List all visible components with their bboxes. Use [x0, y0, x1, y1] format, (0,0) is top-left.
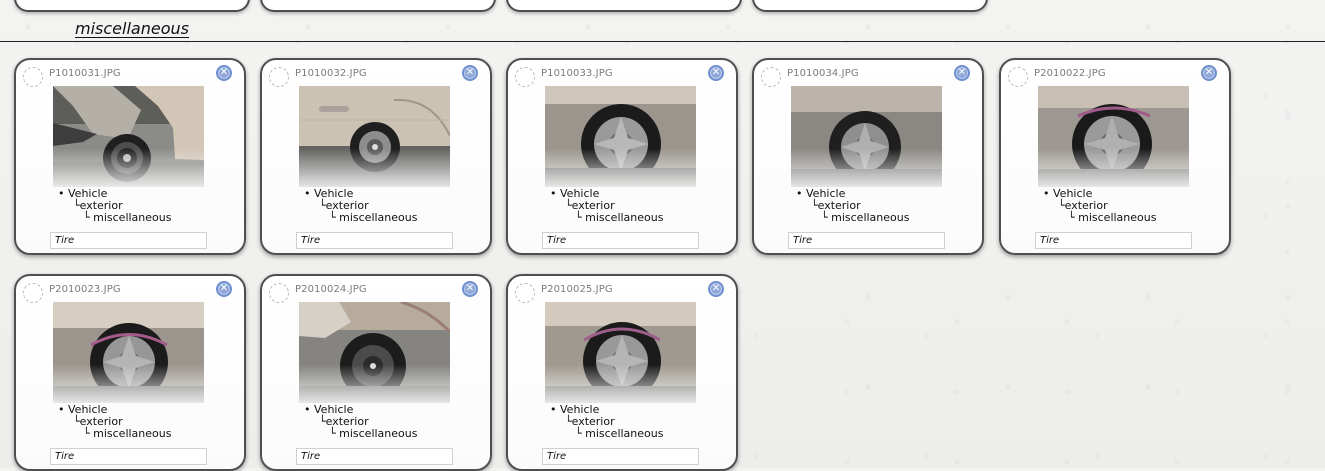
select-circle-icon[interactable]	[23, 283, 43, 303]
tag-input[interactable]: Tire	[296, 448, 453, 465]
category-tree: • Vehicle └exterior └ miscellaneous	[304, 404, 417, 440]
section-header: miscellaneous	[0, 18, 1325, 44]
photo-thumbnail[interactable]	[545, 302, 696, 403]
photo-thumbnail[interactable]	[53, 302, 204, 403]
category-tree: • Vehicle └exterior └ miscellaneous	[304, 188, 417, 224]
card-filename: P2010024.JPG	[295, 284, 367, 295]
previous-card-edge	[14, 0, 250, 12]
tree-item-miscellaneous: └ miscellaneous	[83, 211, 172, 224]
tag-input[interactable]: Tire	[296, 232, 453, 249]
tree-item-miscellaneous: └ miscellaneous	[83, 427, 172, 440]
select-circle-icon[interactable]	[269, 67, 289, 87]
photo-card[interactable]: P1010031.JPG ✕ • Vehicle └exterior └ mis…	[14, 58, 246, 255]
photo-card[interactable]: P2010023.JPG ✕ • Vehicle └exterior └ mis…	[14, 274, 246, 471]
tree-item-miscellaneous: └ miscellaneous	[329, 211, 418, 224]
tag-input[interactable]: Tire	[50, 232, 207, 249]
card-filename: P2010023.JPG	[49, 284, 121, 295]
previous-card-edge	[260, 0, 496, 12]
tag-input[interactable]: Tire	[1035, 232, 1192, 249]
photo-thumbnail[interactable]	[545, 86, 696, 187]
tree-label: miscellaneous	[339, 211, 418, 224]
card-filename: P1010031.JPG	[49, 68, 121, 79]
close-circle-icon[interactable]: ✕	[708, 281, 724, 297]
category-tree: • Vehicle └exterior └ miscellaneous	[58, 404, 171, 440]
tag-input[interactable]: Tire	[542, 448, 699, 465]
category-tree: • Vehicle └exterior └ miscellaneous	[58, 188, 171, 224]
card-filename: P1010034.JPG	[787, 68, 859, 79]
photo-thumbnail[interactable]	[299, 302, 450, 403]
category-tree: • Vehicle └exterior └ miscellaneous	[550, 188, 663, 224]
tree-label: miscellaneous	[585, 211, 664, 224]
photo-card[interactable]: P2010024.JPG ✕ • Vehicle └exterior └ mis…	[260, 274, 492, 471]
category-tree: • Vehicle └exterior └ miscellaneous	[796, 188, 909, 224]
tag-input[interactable]: Tire	[788, 232, 945, 249]
close-circle-icon[interactable]: ✕	[216, 281, 232, 297]
select-circle-icon[interactable]	[761, 67, 781, 87]
tree-label: miscellaneous	[831, 211, 910, 224]
section-title: miscellaneous	[75, 19, 189, 38]
tree-label: miscellaneous	[1078, 211, 1157, 224]
close-circle-icon[interactable]: ✕	[216, 65, 232, 81]
card-filename: P1010033.JPG	[541, 68, 613, 79]
category-tree: • Vehicle └exterior └ miscellaneous	[550, 404, 663, 440]
previous-card-edge	[752, 0, 988, 12]
tree-item-miscellaneous: └ miscellaneous	[575, 427, 664, 440]
close-circle-icon[interactable]: ✕	[708, 65, 724, 81]
card-filename: P2010022.JPG	[1034, 68, 1106, 79]
photo-card[interactable]: P2010022.JPG ✕ • Vehicle └exterior └ mis…	[999, 58, 1231, 255]
select-circle-icon[interactable]	[515, 283, 535, 303]
card-filename: P1010032.JPG	[295, 68, 367, 79]
category-tree: • Vehicle └exterior └ miscellaneous	[1043, 188, 1156, 224]
select-circle-icon[interactable]	[515, 67, 535, 87]
tree-item-miscellaneous: └ miscellaneous	[1068, 211, 1157, 224]
tag-input[interactable]: Tire	[542, 232, 699, 249]
photo-card[interactable]: P1010033.JPG ✕ • Vehicle └exterior └ mis…	[506, 58, 738, 255]
close-circle-icon[interactable]: ✕	[954, 65, 970, 81]
section-rule	[0, 41, 1325, 42]
tree-item-miscellaneous: └ miscellaneous	[329, 427, 418, 440]
photo-thumbnail[interactable]	[1038, 86, 1189, 187]
tag-input[interactable]: Tire	[50, 448, 207, 465]
photo-thumbnail[interactable]	[299, 86, 450, 187]
card-filename: P2010025.JPG	[541, 284, 613, 295]
select-circle-icon[interactable]	[1008, 67, 1028, 87]
photo-thumbnail[interactable]	[791, 86, 942, 187]
previous-section-cards	[0, 0, 1325, 14]
tree-label: miscellaneous	[585, 427, 664, 440]
close-circle-icon[interactable]: ✕	[1201, 65, 1217, 81]
tree-label: miscellaneous	[93, 427, 172, 440]
tree-label: miscellaneous	[93, 211, 172, 224]
close-circle-icon[interactable]: ✕	[462, 281, 478, 297]
photo-card[interactable]: P1010034.JPG ✕ • Vehicle └exterior └ mis…	[752, 58, 984, 255]
tree-item-miscellaneous: └ miscellaneous	[821, 211, 910, 224]
close-circle-icon[interactable]: ✕	[462, 65, 478, 81]
photo-thumbnail[interactable]	[53, 86, 204, 187]
photo-card[interactable]: P2010025.JPG ✕ • Vehicle └exterior └ mis…	[506, 274, 738, 471]
tree-item-miscellaneous: └ miscellaneous	[575, 211, 664, 224]
select-circle-icon[interactable]	[23, 67, 43, 87]
photo-card[interactable]: P1010032.JPG ✕ • Vehicle └exterior └ mis…	[260, 58, 492, 255]
select-circle-icon[interactable]	[269, 283, 289, 303]
previous-card-edge	[506, 0, 742, 12]
tree-label: miscellaneous	[339, 427, 418, 440]
